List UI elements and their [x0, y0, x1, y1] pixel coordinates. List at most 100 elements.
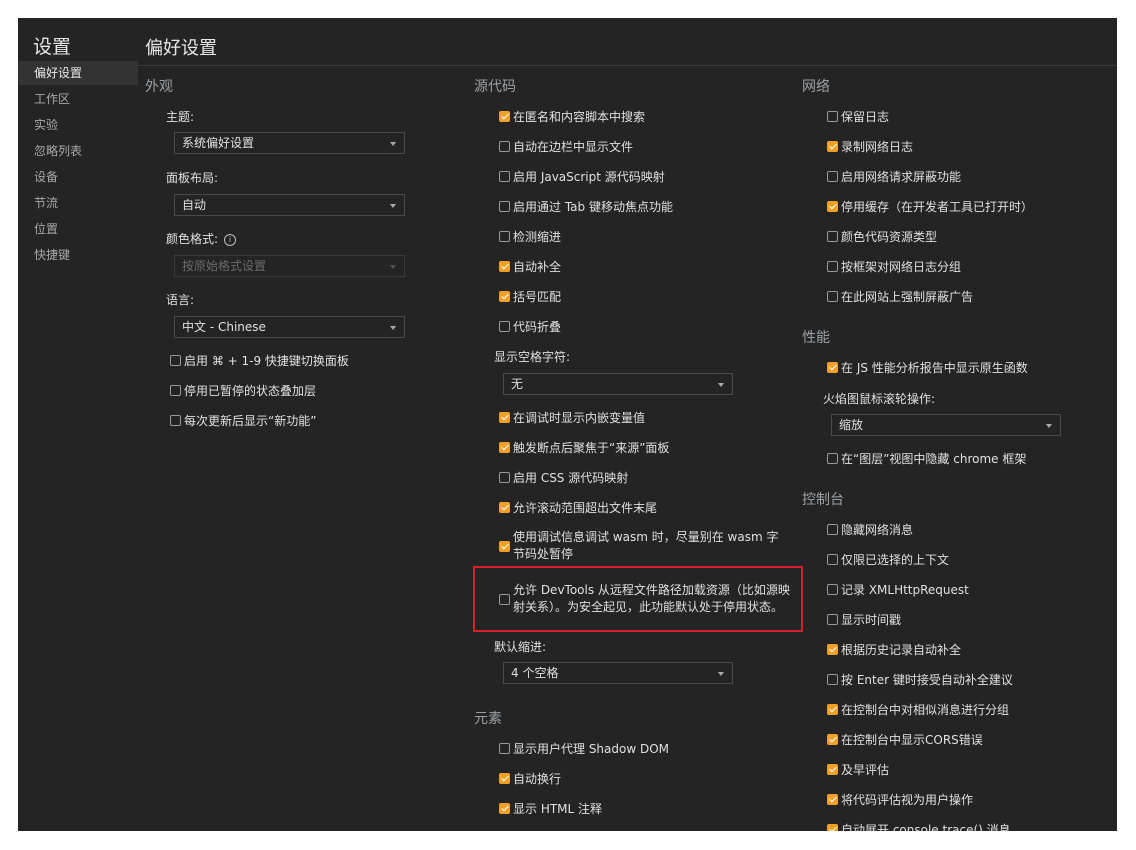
flame-chart-wheel-select[interactable]: 缩放 [831, 414, 1061, 436]
checkbox-label: 显示 HTML 注释 [513, 801, 603, 816]
checkbox-label: 在控制台中显示CORS错误 [841, 732, 983, 747]
record-network-log-checkbox[interactable]: 录制网络日志 [827, 136, 913, 156]
expand-console-trace-checkbox[interactable]: 自动展开 console.trace() 消息 [827, 819, 1011, 831]
eager-evaluation-checkbox[interactable]: 及早评估 [827, 759, 889, 779]
checkbox-box[interactable] [499, 772, 510, 784]
enter-accepts-suggestion-checkbox[interactable]: 按 Enter 键时接受自动补全建议 [827, 669, 1013, 689]
show-cors-errors-checkbox[interactable]: 在控制台中显示CORS错误 [827, 729, 983, 749]
checkbox-box[interactable] [499, 802, 510, 814]
history-autocomplete-checkbox[interactable]: 根据历史记录自动补全 [827, 639, 961, 659]
detect-indent-checkbox[interactable]: 检测缩进 [499, 226, 561, 246]
checkbox-box[interactable] [499, 411, 510, 423]
hide-network-messages-checkbox[interactable]: 隐藏网络消息 [827, 519, 913, 539]
checkbox-label: 仅限已选择的上下文 [841, 552, 950, 567]
autocomplete-checkbox[interactable]: 自动补全 [499, 256, 561, 276]
checkbox-box[interactable] [170, 354, 181, 366]
css-source-maps-checkbox[interactable]: 启用 CSS 源代码映射 [499, 467, 628, 487]
page-title: 偏好设置 [145, 38, 217, 59]
checkbox-box[interactable] [499, 110, 510, 122]
group-similar-messages-checkbox[interactable]: 在控制台中对相似消息进行分组 [827, 699, 1009, 719]
sidebar-item-experiments[interactable]: 实验 [18, 113, 138, 137]
checkbox-box[interactable] [827, 523, 838, 535]
group-by-frame-checkbox[interactable]: 按框架对网络日志分组 [827, 256, 961, 276]
info-icon[interactable]: i [224, 233, 237, 246]
checkbox-box[interactable] [827, 583, 838, 595]
checkbox-box[interactable] [827, 823, 838, 831]
wasm-stepping-checkbox[interactable]: 使用调试信息调试 wasm 时，尽量别在 wasm 字节码处暂停 [499, 526, 789, 566]
log-xhr-checkbox[interactable]: 记录 XMLHttpRequest [827, 579, 969, 599]
bracket-matching-checkbox[interactable]: 括号匹配 [499, 286, 561, 306]
checkbox-box[interactable] [170, 414, 181, 426]
checkbox-box[interactable] [827, 110, 838, 122]
checkbox-box[interactable] [827, 230, 838, 242]
shortcut-switch-panels-checkbox[interactable]: 启用 ⌘ + 1-9 快捷键切换面板 [170, 350, 349, 370]
show-html-comments-checkbox[interactable]: 显示 HTML 注释 [499, 798, 602, 818]
selected-context-only-checkbox[interactable]: 仅限已选择的上下文 [827, 549, 949, 569]
checkbox-box[interactable] [827, 290, 838, 302]
checkbox-box[interactable] [499, 200, 510, 212]
checkbox-box[interactable] [499, 540, 510, 552]
checkbox-box[interactable] [499, 501, 510, 513]
show-native-functions-checkbox[interactable]: 在 JS 性能分析报告中显示原生函数 [827, 357, 1028, 377]
checkbox-label: 显示时间戳 [841, 612, 902, 627]
checkbox-box[interactable] [827, 733, 838, 745]
disable-cache-checkbox[interactable]: 停用缓存（在开发者工具已打开时） [827, 196, 1033, 216]
checkbox-box[interactable] [499, 170, 510, 182]
show-timestamps-checkbox[interactable]: 显示时间戳 [827, 609, 901, 629]
tab-focus-checkbox[interactable]: 启用通过 Tab 键移动焦点功能 [499, 196, 673, 216]
sidebar-item-shortcuts[interactable]: 快捷键 [18, 243, 138, 267]
checkbox-box[interactable] [499, 290, 510, 302]
request-blocking-checkbox[interactable]: 启用网络请求屏蔽功能 [827, 166, 961, 186]
focus-sources-on-breakpoint-checkbox[interactable]: 触发断点后聚焦于“来源”面板 [499, 437, 669, 457]
checkbox-box[interactable] [827, 361, 838, 373]
checkbox-box[interactable] [827, 140, 838, 152]
disable-paused-overlay-checkbox[interactable]: 停用已暂停的状态叠加层 [170, 380, 316, 400]
js-source-maps-checkbox[interactable]: 启用 JavaScript 源代码映射 [499, 166, 665, 186]
checkbox-box[interactable] [827, 703, 838, 715]
whitespace-select[interactable]: 无 [503, 373, 733, 395]
sidebar-item-locations[interactable]: 位置 [18, 217, 138, 241]
search-anonymous-scripts-checkbox[interactable]: 在匿名和内容脚本中搜索 [499, 106, 645, 126]
checkbox-box[interactable] [499, 230, 510, 242]
checkbox-box[interactable] [827, 553, 838, 565]
section-sources: 源代码 [474, 79, 516, 95]
scroll-past-end-checkbox[interactable]: 允许滚动范围超出文件末尾 [499, 497, 657, 517]
sidebar-item-ignore-list[interactable]: 忽略列表 [18, 139, 138, 163]
word-wrap-checkbox[interactable]: 自动换行 [499, 768, 561, 788]
panel-layout-select[interactable]: 自动 [174, 194, 405, 216]
show-shadow-dom-checkbox[interactable]: 显示用户代理 Shadow DOM [499, 738, 669, 758]
checkbox-label: 在调试时显示内嵌变量值 [513, 410, 646, 425]
sidebar-item-preferences[interactable]: 偏好设置 [18, 61, 138, 85]
checkbox-box[interactable] [827, 673, 838, 685]
default-indent-select[interactable]: 4 个空格 [503, 662, 733, 684]
checkbox-box[interactable] [827, 643, 838, 655]
code-folding-checkbox[interactable]: 代码折叠 [499, 316, 561, 336]
checkbox-box[interactable] [827, 793, 838, 805]
theme-select[interactable]: 系统偏好设置 [174, 132, 405, 154]
checkbox-box[interactable] [827, 170, 838, 182]
checkbox-box[interactable] [827, 200, 838, 212]
language-select[interactable]: 中文 - Chinese [174, 316, 405, 338]
checkbox-box[interactable] [170, 384, 181, 396]
checkbox-box[interactable] [827, 613, 838, 625]
inline-variable-values-checkbox[interactable]: 在调试时显示内嵌变量值 [499, 407, 645, 427]
checkbox-box[interactable] [499, 441, 510, 453]
sidebar-item-workspace[interactable]: 工作区 [18, 87, 138, 111]
auto-reveal-file-checkbox[interactable]: 自动在边栏中显示文件 [499, 136, 633, 156]
checkbox-box[interactable] [499, 471, 510, 483]
checkbox-box[interactable] [499, 742, 510, 754]
color-code-resources-checkbox[interactable]: 颜色代码资源类型 [827, 226, 937, 246]
checkbox-box[interactable] [827, 452, 838, 464]
force-ad-blocking-checkbox[interactable]: 在此网站上强制屏蔽广告 [827, 286, 973, 306]
checkbox-box[interactable] [499, 260, 510, 272]
checkbox-box[interactable] [827, 260, 838, 272]
hide-chrome-frame-checkbox[interactable]: 在“图层”视图中隐藏 chrome 框架 [827, 448, 1026, 468]
preserve-log-checkbox[interactable]: 保留日志 [827, 106, 889, 126]
show-whats-new-checkbox[interactable]: 每次更新后显示“新功能” [170, 410, 316, 430]
checkbox-box[interactable] [499, 140, 510, 152]
checkbox-box[interactable] [827, 763, 838, 775]
sidebar-item-devices[interactable]: 设备 [18, 165, 138, 189]
sidebar-item-throttling[interactable]: 节流 [18, 191, 138, 215]
user-gesture-evaluation-checkbox[interactable]: 将代码评估视为用户操作 [827, 789, 973, 809]
checkbox-box[interactable] [499, 320, 510, 332]
